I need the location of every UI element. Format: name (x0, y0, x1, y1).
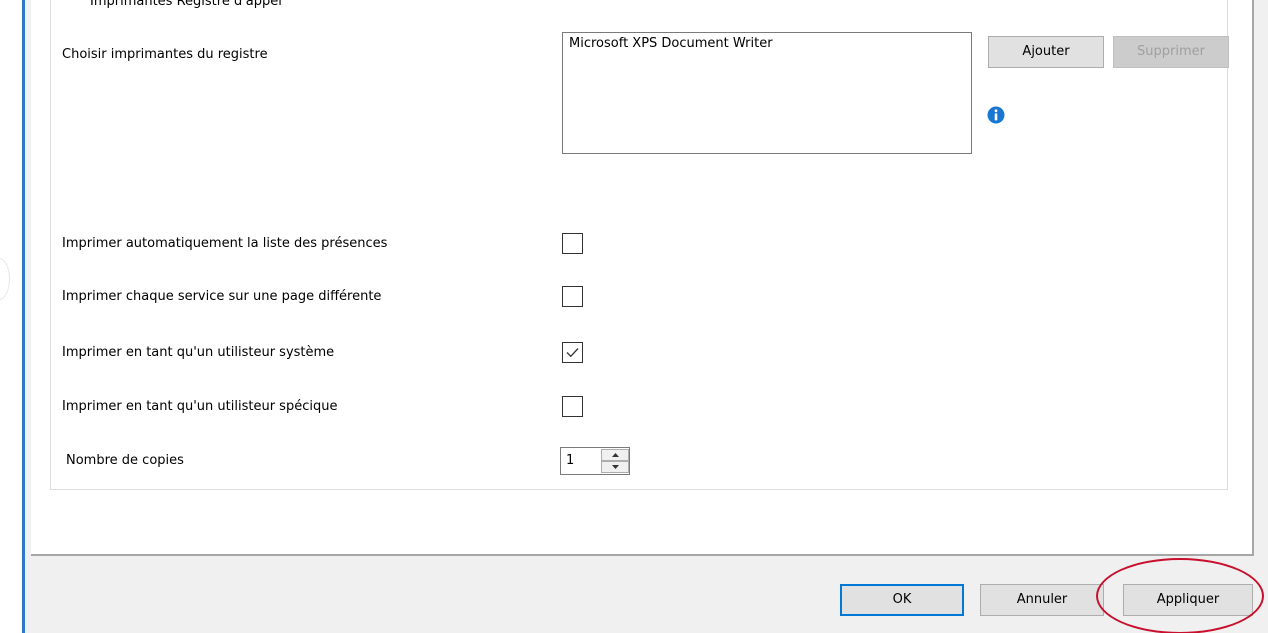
printer-group: Imprimantes Registre d'appel Choisir imp… (50, 0, 1229, 490)
info-icon[interactable] (987, 106, 1005, 124)
group-title: Imprimantes Registre d'appel (88, 0, 284, 10)
apply-button[interactable]: Appliquer (1123, 584, 1253, 616)
printer-settings-dialog: Imprimantes Registre d'appel Choisir imp… (22, 0, 1268, 633)
separate-pages-checkbox[interactable] (562, 286, 583, 307)
printer-list-item[interactable]: Microsoft XPS Document Writer (569, 36, 965, 52)
checkmark-icon (566, 348, 579, 358)
printers-listbox[interactable]: Microsoft XPS Document Writer (562, 32, 972, 154)
auto-print-label: Imprimer automatiquement la liste des pr… (62, 236, 388, 251)
settings-panel: Imprimantes Registre d'appel Choisir imp… (31, 0, 1254, 556)
specific-user-label: Imprimer en tant qu'un utilisteur spéciq… (62, 399, 338, 414)
remove-printer-button[interactable]: Supprimer (1113, 36, 1229, 68)
screen: Imprimantes Registre d'appel Choisir imp… (0, 0, 1268, 633)
add-printer-button[interactable]: Ajouter (988, 36, 1104, 68)
system-user-label: Imprimer en tant qu'un utilisteur systèm… (62, 345, 335, 360)
copies-value[interactable]: 1 (566, 453, 574, 469)
specific-user-checkbox[interactable] (562, 396, 583, 417)
copies-stepper[interactable]: 1 (560, 447, 630, 475)
arrow-down-icon (612, 465, 619, 469)
copies-increment-button[interactable] (601, 449, 629, 461)
cancel-button[interactable]: Annuler (980, 584, 1104, 616)
choose-printers-label: Choisir imprimantes du registre (62, 47, 268, 62)
auto-print-checkbox[interactable] (562, 233, 583, 254)
copies-label: Nombre de copies (66, 453, 184, 468)
system-user-checkbox[interactable] (562, 342, 583, 363)
background-shape (0, 258, 10, 300)
copies-decrement-button[interactable] (601, 461, 629, 473)
ok-button[interactable]: OK (840, 584, 964, 616)
separate-pages-label: Imprimer chaque service sur une page dif… (62, 289, 382, 304)
arrow-up-icon (612, 453, 619, 457)
background-area (0, 0, 22, 633)
